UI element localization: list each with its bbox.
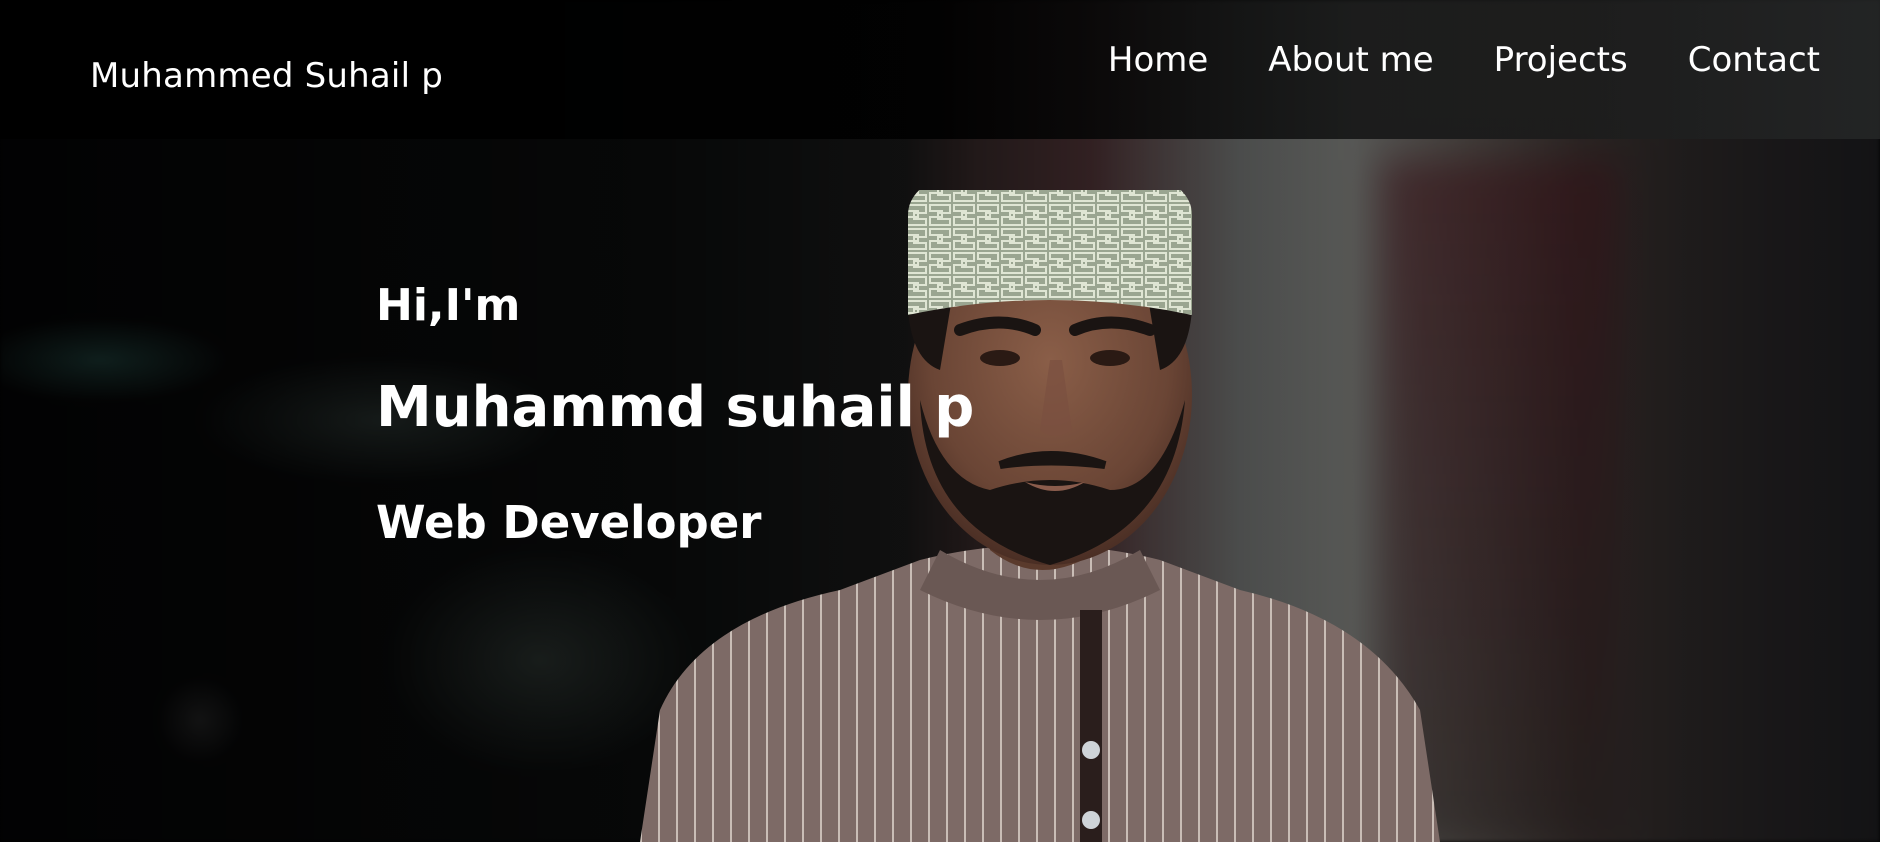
nav-link-about-me[interactable]: About me	[1268, 40, 1433, 80]
hero-greeting: Hi,I'm	[376, 280, 521, 331]
brand-logo[interactable]: Muhammed Suhail p	[90, 56, 443, 96]
navbar: Muhammed Suhail p Home About me Projects…	[0, 0, 1880, 139]
nav-link-projects[interactable]: Projects	[1494, 40, 1628, 80]
hero-role: Web Developer	[376, 496, 762, 549]
nav-links: Home About me Projects Contact	[1108, 40, 1820, 80]
hero-intro: Hi,I'm Muhammd suhail p Web Developer	[376, 280, 974, 549]
hero-name: Muhammd suhail p	[376, 375, 975, 440]
nav-link-contact[interactable]: Contact	[1688, 40, 1820, 80]
nav-link-home[interactable]: Home	[1108, 40, 1208, 80]
page: Muhammed Suhail p Home About me Projects…	[0, 0, 1880, 842]
